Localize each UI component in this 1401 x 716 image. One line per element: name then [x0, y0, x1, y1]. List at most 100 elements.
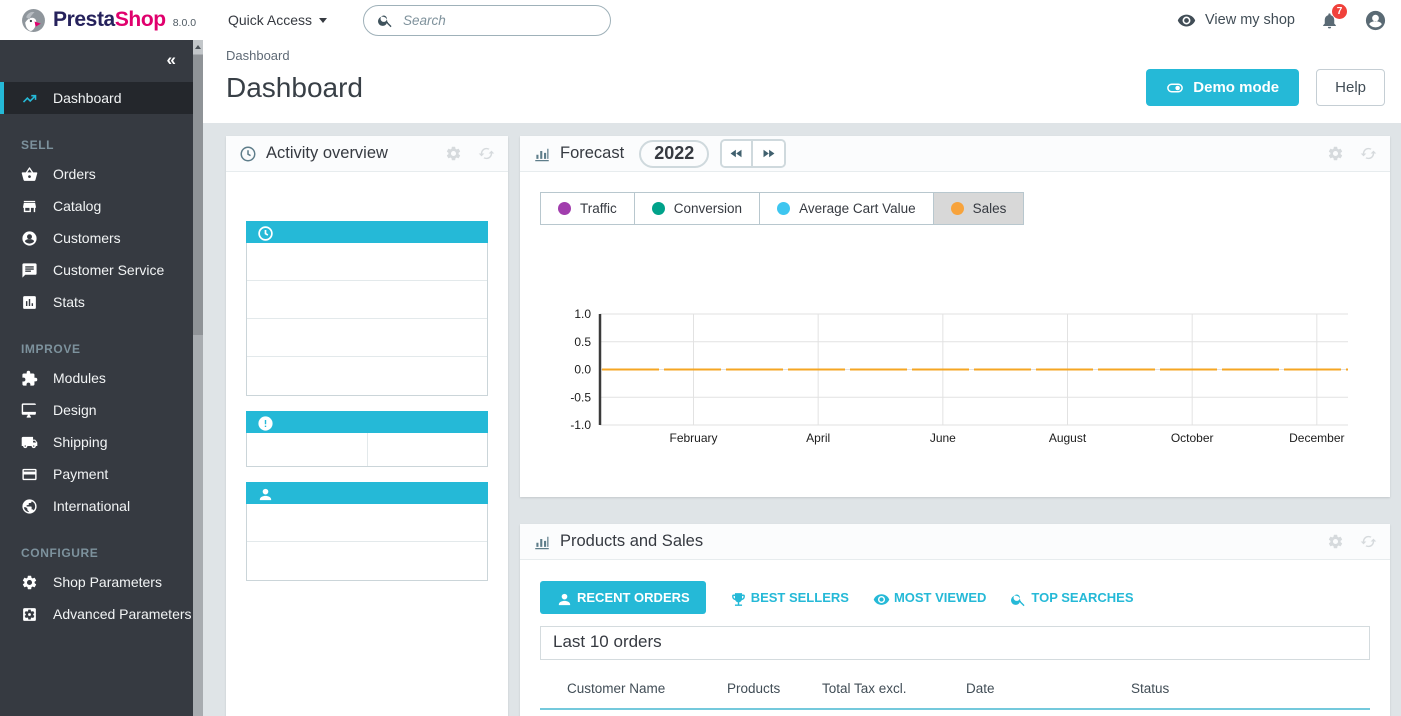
notifications-bell-button[interactable]: 7: [1320, 11, 1339, 30]
svg-text:February: February: [669, 431, 717, 445]
user-avatar-button[interactable]: [1364, 9, 1387, 32]
notification-count-badge: 7: [1332, 4, 1347, 19]
scrollbar-thumb[interactable]: [193, 55, 203, 335]
forecast-tab-sales[interactable]: Sales: [934, 193, 1024, 224]
sales-forecast-line-chart: 1.00.50.0-0.5-1.0FebruaryAprilJuneAugust…: [538, 309, 1368, 449]
sidebar-item-orders[interactable]: Orders: [0, 158, 203, 190]
forecast-tab-average-cart-value[interactable]: Average Cart Value: [760, 193, 934, 224]
alert-icon: [257, 415, 274, 432]
sidebar: « Dashboard SELL Orders Catalog Customers Cus…: [0, 40, 203, 716]
demo-mode-button[interactable]: Demo mode: [1146, 69, 1299, 106]
sidebar-item-advanced-parameters[interactable]: Advanced Parameters: [0, 598, 203, 630]
tab-recent-orders[interactable]: RECENT ORDERS: [540, 581, 706, 614]
sidebar-item-shipping[interactable]: Shipping: [0, 426, 203, 458]
refresh-icon[interactable]: [1360, 145, 1377, 162]
tab-top-searches[interactable]: TOP SEARCHES: [1010, 581, 1133, 614]
help-button[interactable]: Help: [1316, 69, 1385, 106]
series-color-dot: [777, 202, 790, 215]
sidebar-item-label: Dashboard: [53, 90, 122, 106]
search-input[interactable]: [403, 13, 597, 28]
version-label: 8.0.0: [173, 17, 196, 29]
settings-box-icon: [21, 606, 38, 623]
sidebar-item-customer-service[interactable]: Customer Service: [0, 254, 203, 286]
gear-icon[interactable]: [1327, 145, 1344, 162]
eye-icon: [1177, 11, 1196, 30]
bar-chart-icon: [533, 145, 551, 163]
sidebar-item-label: Modules: [53, 370, 106, 386]
sidebar-item-label: Catalog: [53, 198, 101, 214]
products-sales-tabs: RECENT ORDERS BEST SELLERS MOST VIEWED TOP …: [540, 581, 1370, 614]
list-item: [247, 542, 487, 580]
gear-icon[interactable]: [1327, 533, 1344, 550]
tab-best-sellers[interactable]: BEST SELLERS: [730, 581, 849, 614]
view-my-shop-button[interactable]: View my shop: [1177, 11, 1295, 30]
page-header: Dashboard Dashboard Demo mode Help: [203, 40, 1401, 123]
sidebar-item-modules[interactable]: Modules: [0, 362, 203, 394]
refresh-icon[interactable]: [1360, 533, 1377, 550]
panel-title: Products and Sales: [560, 532, 703, 551]
svg-text:December: December: [1289, 431, 1344, 445]
brand-wordmark: PrestaShop: [53, 8, 166, 32]
search-icon: [1010, 591, 1027, 608]
previous-year-button[interactable]: [722, 141, 753, 166]
quick-access-dropdown[interactable]: Quick Access: [228, 12, 327, 28]
svg-text:October: October: [1171, 431, 1214, 445]
trending-up-icon: [21, 90, 38, 107]
sidebar-section-label: SELL: [21, 138, 203, 152]
activity-overview-panel: Activity overview: [226, 136, 508, 716]
list-item: [247, 281, 487, 319]
sidebar-item-label: Customers: [53, 230, 121, 246]
sidebar-item-label: Design: [53, 402, 97, 418]
svg-text:1.0: 1.0: [574, 309, 591, 321]
forecast-tab-traffic[interactable]: Traffic: [541, 193, 635, 224]
account-circle-icon: [21, 230, 38, 247]
search-box[interactable]: [363, 5, 611, 36]
orders-table-header: Customer NameProductsTotal Tax excl.Date…: [540, 660, 1370, 710]
panel-title: Forecast: [560, 144, 624, 163]
sidebar-item-stats[interactable]: Stats: [0, 286, 203, 318]
card-icon: [21, 466, 38, 483]
truck-icon: [21, 434, 38, 451]
sidebar-item-customers[interactable]: Customers: [0, 222, 203, 254]
sidebar-section-label: CONFIGURE: [21, 546, 203, 560]
search-icon: [377, 12, 394, 29]
column-header-total-tax-excl-: Total Tax excl.: [822, 681, 966, 696]
sidebar-scrollbar[interactable]: [193, 40, 203, 716]
person-icon: [556, 591, 573, 608]
sidebar-item-international[interactable]: International: [0, 490, 203, 522]
stats-icon: [21, 294, 38, 311]
sidebar-item-label: Orders: [53, 166, 96, 182]
trophy-icon: [730, 591, 747, 608]
next-year-button[interactable]: [753, 141, 784, 166]
list-item: [247, 243, 487, 281]
person-icon: [257, 486, 274, 503]
sidebar-item-design[interactable]: Design: [0, 394, 203, 426]
sidebar-collapse-button[interactable]: «: [0, 40, 203, 70]
clock-icon: [239, 145, 257, 163]
svg-text:August: August: [1049, 431, 1087, 445]
fast-forward-icon: [761, 146, 776, 161]
gear-icon[interactable]: [445, 145, 462, 162]
sidebar-item-label: Shipping: [53, 434, 108, 450]
list-item: [247, 357, 487, 395]
svg-text:0.5: 0.5: [574, 335, 591, 349]
sidebar-item-label: Payment: [53, 466, 108, 482]
scrollbar-up-arrow[interactable]: [193, 40, 203, 54]
top-bar: PrestaShop 8.0.0 Quick Access View my sh…: [0, 0, 1401, 40]
tab-most-viewed[interactable]: MOST VIEWED: [873, 581, 986, 614]
notifications-cells: [246, 433, 488, 467]
prestashop-logo-icon: [21, 8, 46, 33]
sidebar-item-catalog[interactable]: Catalog: [0, 190, 203, 222]
globe-icon: [21, 498, 38, 515]
list-item: [247, 504, 487, 542]
svg-text:April: April: [806, 431, 830, 445]
basket-icon: [21, 166, 38, 183]
sidebar-item-dashboard[interactable]: Dashboard: [0, 82, 203, 114]
forecast-tab-conversion[interactable]: Conversion: [635, 193, 760, 224]
table-title: Last 10 orders: [540, 626, 1370, 660]
sidebar-item-label: International: [53, 498, 130, 514]
sidebar-item-shop-parameters[interactable]: Shop Parameters: [0, 566, 203, 598]
refresh-icon[interactable]: [478, 145, 495, 162]
svg-text:-1.0: -1.0: [570, 418, 591, 432]
sidebar-item-payment[interactable]: Payment: [0, 458, 203, 490]
